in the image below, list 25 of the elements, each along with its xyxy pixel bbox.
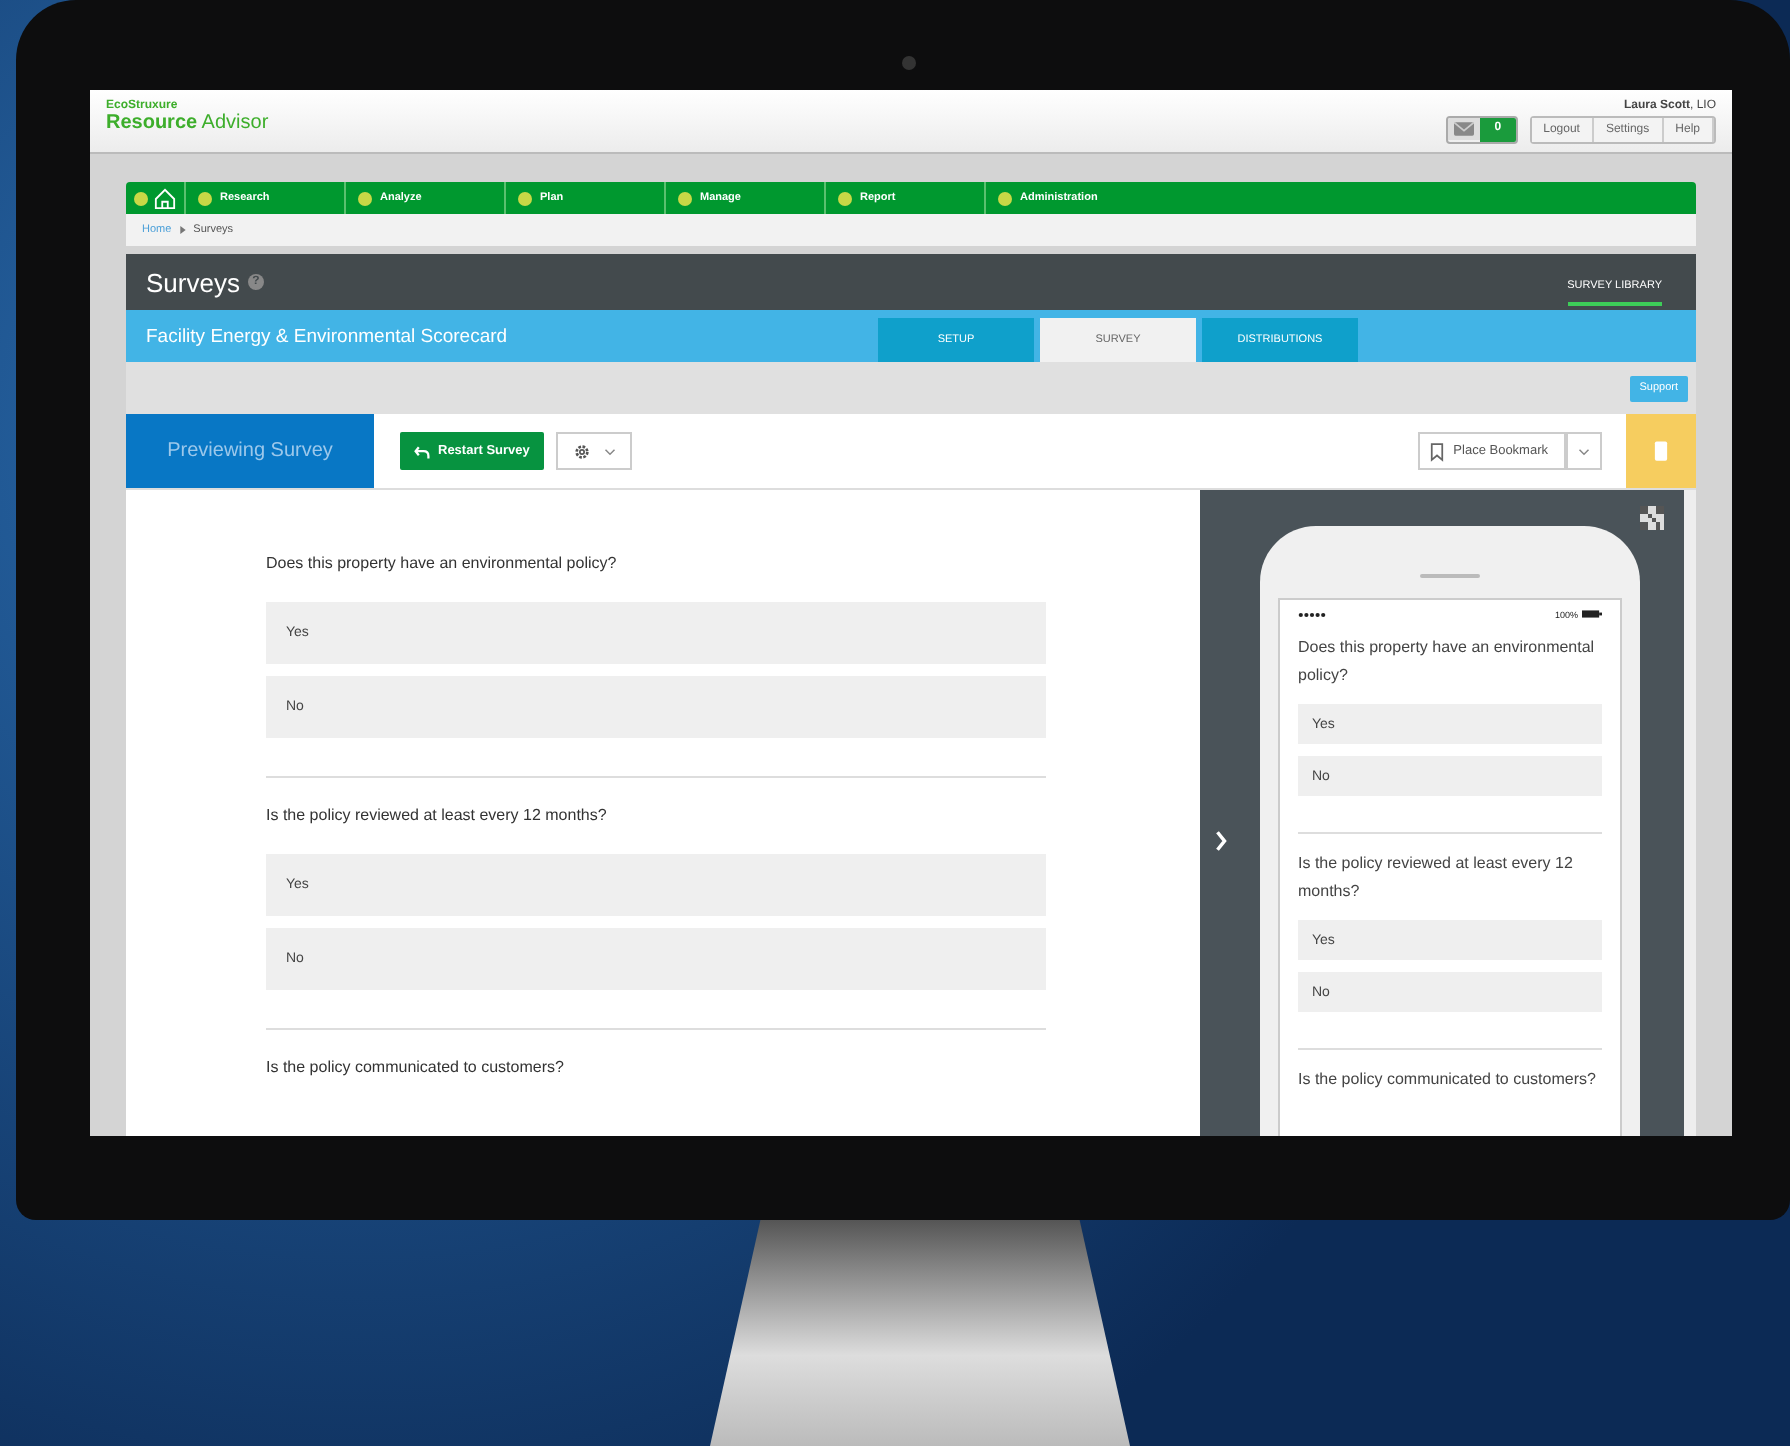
breadcrumb-separator-icon [179,226,186,234]
gear-icon [571,441,592,461]
chevron-right-icon[interactable] [1214,830,1228,852]
battery-icon [1582,610,1602,618]
question-text: Is the policy communicated to customers? [1298,1068,1598,1093]
page-title: Surveys [146,267,240,297]
bookmark-icon [1429,441,1444,461]
envelope-icon [1448,118,1481,140]
brand-title: Resource Advisor [106,112,269,134]
camera-icon [902,56,916,70]
qr-code-icon[interactable] [1640,506,1664,530]
preview-mode-label: Previewing Survey [126,414,374,488]
survey-title: Facility Energy & Environmental Scorecard [146,325,510,347]
caret-icon [603,447,616,455]
question-text: Does this property have an environmental policy? [266,554,619,572]
caret-icon [1578,447,1590,455]
phone-icon [1654,440,1668,462]
signal-icon [1298,611,1326,617]
question-text: Is the policy reviewed at least every 12 months? [1298,852,1575,904]
question-text: Is the policy reviewed at least every 12 months? [266,806,609,824]
settings-dropdown[interactable] [555,432,632,470]
home-icon[interactable] [154,187,176,209]
undo-arrow-icon [414,443,430,459]
question-text: Does this property have an environmental policy? [1298,636,1597,688]
question-text: Is the policy communicated to customers? [266,1058,566,1076]
